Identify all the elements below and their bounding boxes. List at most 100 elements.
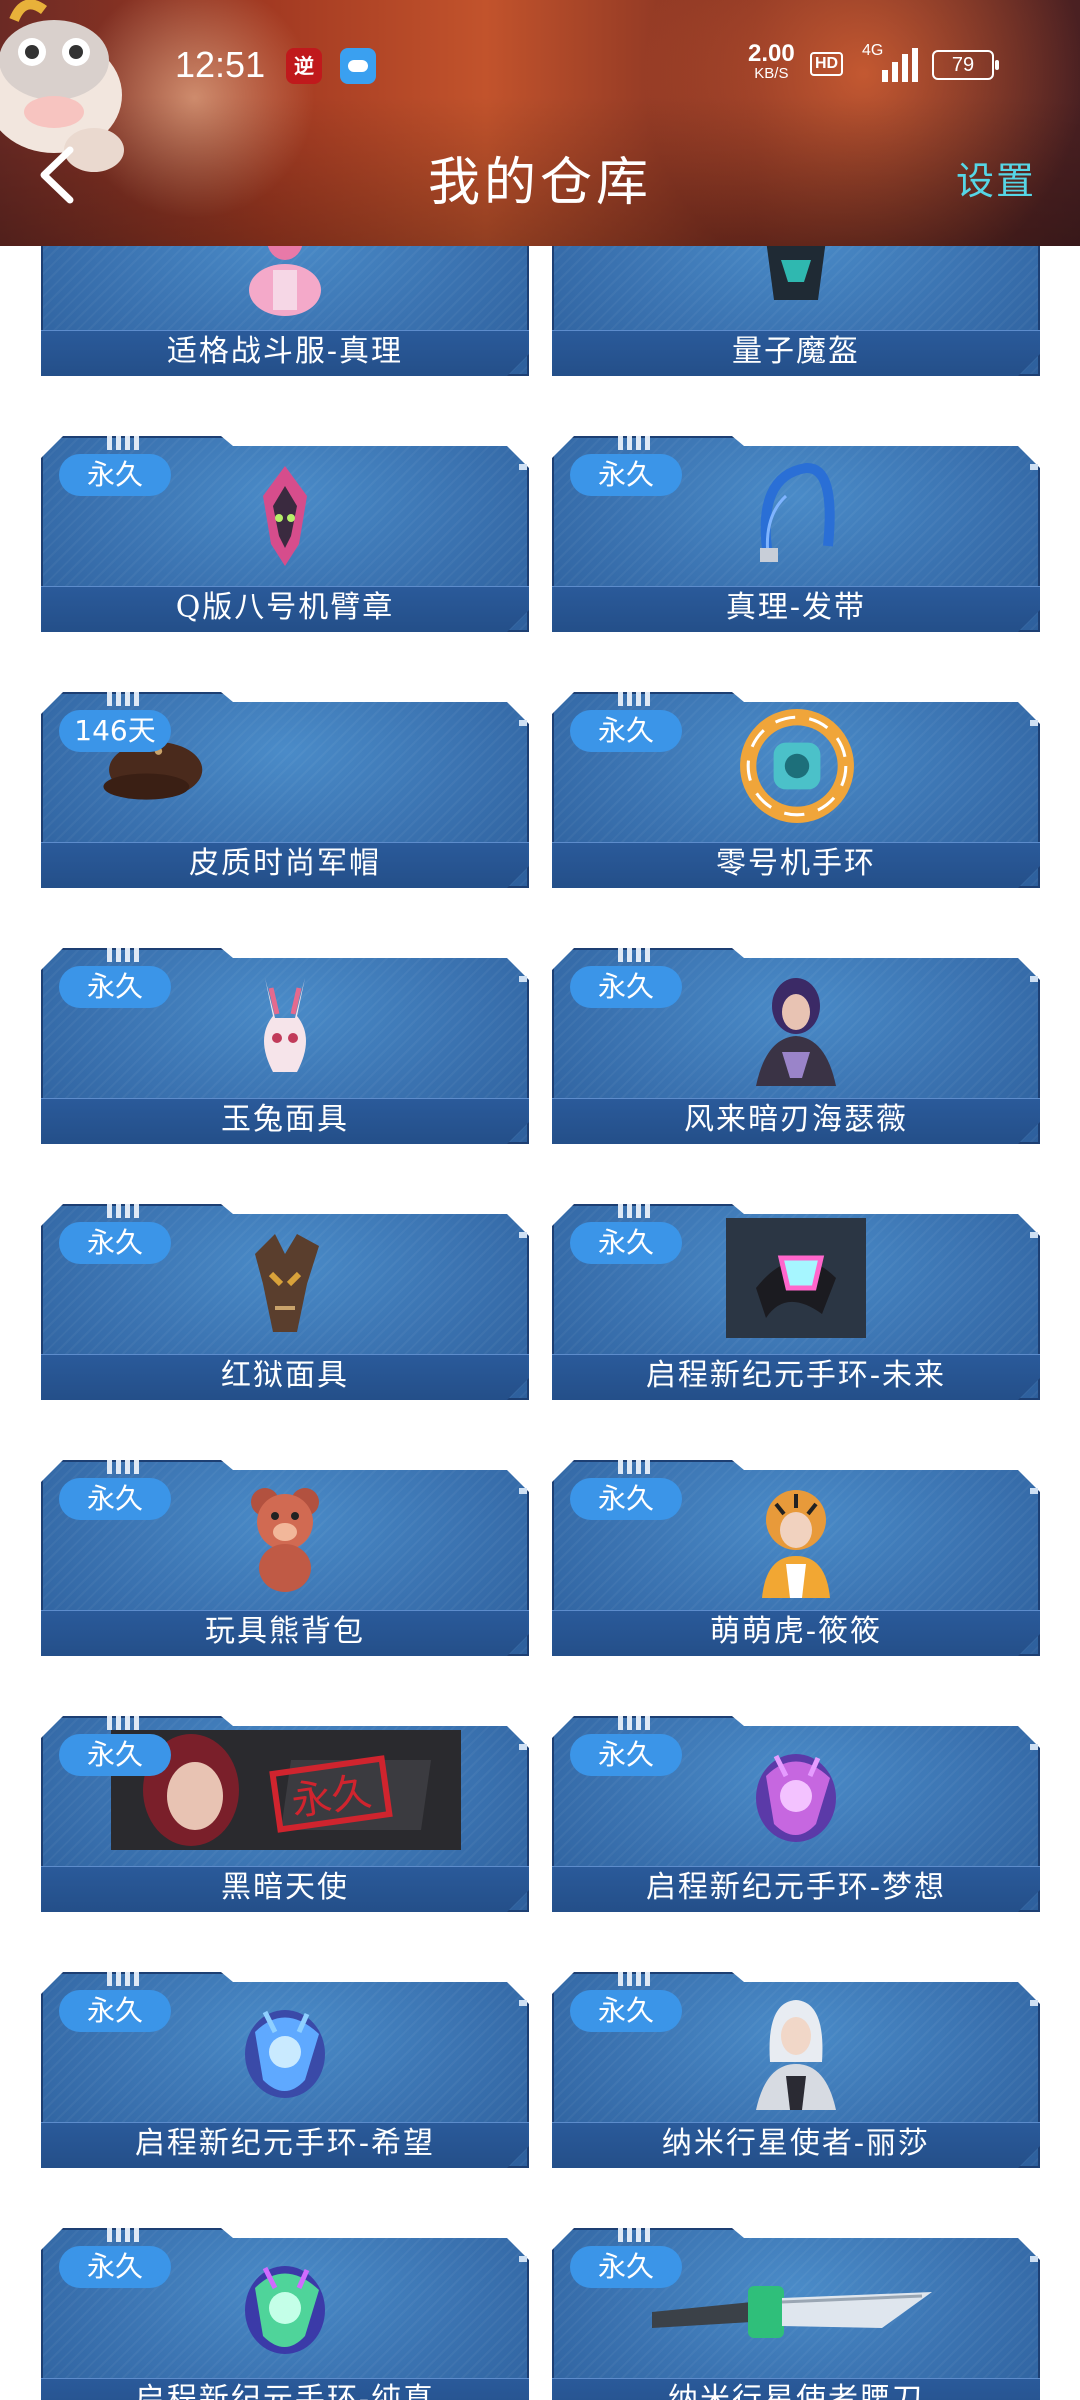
item-name: 启程新纪元手环-希望 — [134, 2126, 436, 2161]
future-bracelet-icon — [726, 1218, 866, 1338]
warehouse-screen: { "status_bar": { "time": "12:51", "netw… — [0, 0, 1080, 2400]
duration-badge: 永久 — [59, 2246, 171, 2288]
clock: 12:51 — [175, 44, 266, 85]
item-card[interactable]: 146天皮质时尚军帽 — [41, 692, 529, 888]
item-card[interactable]: 永久 永久 黑暗天使 — [41, 1716, 529, 1912]
teddy-bear-backpack-icon — [251, 1488, 319, 1592]
card-edge-decoration — [1030, 2000, 1038, 2006]
page-title: 我的仓库 — [427, 153, 652, 213]
duration-badge: 永久 — [570, 966, 682, 1008]
item-name: 纳米行星使者腰刀 — [668, 2382, 924, 2400]
duration-badge: 永久 — [570, 710, 682, 752]
duration-badge: 永久 — [59, 1222, 171, 1264]
card-edge-decoration — [519, 720, 527, 726]
network-speed: 2.00 KB/S — [748, 40, 795, 82]
item-card[interactable]: 永久萌萌虎-筱筱 — [552, 1460, 1040, 1656]
card-notch-decoration — [618, 1460, 652, 1476]
item-card[interactable]: 永久启程新纪元手环-希望 — [41, 1972, 529, 2168]
header: 12:51 逆 2.00 KB/S HD 4G 79 我的仓库 设置 — [0, 0, 1080, 246]
card-notch-decoration — [107, 692, 141, 708]
card-edge-decoration — [1030, 976, 1038, 982]
duration-badge: 永久 — [570, 454, 682, 496]
item-name: 风来暗刃海瑟薇 — [684, 1102, 908, 1137]
card-edge-decoration — [519, 976, 527, 982]
card-notch-decoration — [618, 436, 652, 452]
item-card[interactable]: 永久纳米行星使者腰刀 — [552, 2228, 1040, 2400]
demon-mask-icon — [255, 1234, 319, 1332]
duration-badge: 永久 — [59, 1990, 171, 2032]
item-card[interactable]: 永久纳米行星使者-丽莎 — [552, 1972, 1040, 2168]
card-notch-decoration — [618, 1972, 652, 1988]
item-grid: 适格战斗服-真理 量子魔盔 永久 Q版八号机臂章 永久 真理-发带 146天 皮质时尚军帽 永久… — [0, 0, 1080, 2400]
card-edge-decoration — [1030, 1488, 1038, 1494]
rabbit-mask-icon — [264, 978, 306, 1072]
duration-badge: 永久 — [570, 1222, 682, 1264]
item-name: 适格战斗服-真理 — [166, 334, 404, 369]
tiger-hood-character-icon — [762, 1490, 830, 1598]
item-card[interactable]: 永久启程新纪元手环-未来 — [552, 1204, 1040, 1400]
item-name: 启程新纪元手环-纯真 — [134, 2382, 436, 2400]
card-edge-decoration — [519, 1488, 527, 1494]
item-name: 启程新纪元手环-未来 — [645, 1358, 947, 1393]
item-card[interactable]: 永久玉兔面具 — [41, 948, 529, 1144]
card-edge-decoration — [519, 1232, 527, 1238]
card-notch-decoration — [107, 436, 141, 452]
card-edge-decoration — [519, 2000, 527, 2006]
card-notch-decoration — [107, 948, 141, 964]
item-card[interactable]: 永久零号机手环 — [552, 692, 1040, 888]
card-notch-decoration — [107, 1972, 141, 1988]
item-card[interactable]: 永久 Q版八号机臂章 — [41, 436, 529, 632]
pink-armband-icon — [263, 466, 307, 566]
duration-badge: 永久 — [570, 2246, 682, 2288]
item-name: 玩具熊背包 — [205, 1614, 365, 1649]
card-edge-decoration — [1030, 720, 1038, 726]
item-name: 萌萌虎-筱筱 — [709, 1614, 883, 1649]
game-app-icon: 逆 — [286, 48, 322, 84]
duration-badge: 永久 — [59, 1478, 171, 1520]
card-edge-decoration — [1030, 2256, 1038, 2262]
item-name: 真理-发带 — [725, 590, 867, 625]
signal-icon — [872, 48, 918, 82]
hd-icon: HD — [810, 52, 844, 76]
duration-badge: 永久 — [570, 1734, 682, 1776]
item-name: 零号机手环 — [716, 846, 876, 881]
card-edge-decoration — [519, 1744, 527, 1750]
knife-icon — [652, 2286, 932, 2338]
status-bar: 12:51 逆 2.00 KB/S HD 4G 79 — [0, 36, 1080, 102]
card-notch-decoration — [107, 1204, 141, 1220]
item-card[interactable]: 永久风来暗刃海瑟薇 — [552, 948, 1040, 1144]
item-name: 皮质时尚军帽 — [189, 846, 381, 881]
item-name: 红狱面具 — [221, 1358, 349, 1393]
duration-badge: 永久 — [570, 1990, 682, 2032]
card-notch-decoration — [107, 1460, 141, 1476]
item-card[interactable]: 永久启程新纪元手环-梦想 — [552, 1716, 1040, 1912]
item-card[interactable]: 永久玩具熊背包 — [41, 1460, 529, 1656]
duration-badge: 146天 — [59, 710, 171, 752]
duration-badge: 永久 — [570, 1478, 682, 1520]
green-bracelet-icon — [245, 2266, 325, 2354]
card-notch-decoration — [107, 2228, 141, 2244]
card-edge-decoration — [1030, 464, 1038, 470]
purple-bracelet-icon — [756, 1754, 836, 1842]
item-name: 黑暗天使 — [221, 1870, 349, 1905]
white-hair-character-icon — [756, 2000, 836, 2110]
item-name: Q版八号机臂章 — [175, 590, 395, 625]
card-notch-decoration — [618, 1716, 652, 1732]
duration-badge: 永久 — [59, 966, 171, 1008]
back-arrow-icon[interactable] — [30, 140, 90, 210]
settings-link[interactable]: 设置 — [956, 150, 1036, 205]
item-card[interactable]: 永久真理-发带 — [552, 436, 1040, 632]
card-edge-decoration — [1030, 1744, 1038, 1750]
card-edge-decoration — [519, 464, 527, 470]
blue-bracelet-icon — [245, 2010, 325, 2098]
battery-icon: 79 — [932, 50, 999, 80]
item-name: 玉兔面具 — [221, 1102, 349, 1137]
item-name: 纳米行星使者-丽莎 — [661, 2126, 931, 2161]
blue-headband-icon — [760, 463, 835, 562]
item-name: 启程新纪元手环-梦想 — [645, 1870, 947, 1905]
card-notch-decoration — [618, 948, 652, 964]
item-card[interactable]: 永久红狱面具 — [41, 1204, 529, 1400]
card-notch-decoration — [618, 692, 652, 708]
item-card[interactable]: 永久启程新纪元手环-纯真 — [41, 2228, 529, 2400]
card-edge-decoration — [519, 2256, 527, 2262]
